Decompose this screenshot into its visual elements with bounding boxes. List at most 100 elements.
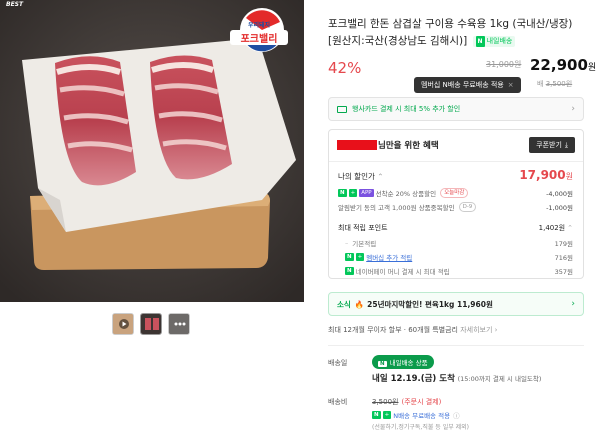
- pork-belly-photo: [0, 0, 304, 302]
- point-row-naverpay: N 네이버페이 머니 결제 시 최대 적립 357원: [345, 266, 573, 276]
- point-row-value: 357원: [554, 268, 573, 276]
- tomorrow-delivery-label: 내일배송: [486, 37, 513, 45]
- arrival-cutoff: (15:00까지 결제 시 내일도착): [457, 375, 542, 383]
- arrival-date-text: 내일 12.19.(금) 도착: [372, 374, 455, 384]
- chevron-right-icon: ›: [571, 104, 575, 114]
- play-icon: [113, 314, 133, 334]
- installment-text: 최대 12개월 무이자 할부 · 60개월 특별금리: [328, 326, 458, 334]
- download-icon: ⤓: [564, 141, 568, 149]
- product-title-text: 포크밸리 한돈 삼겹살 구이용 수육용 1kg (국내산/냉장) [원산지:국산…: [328, 18, 573, 47]
- shipping-fee-condition: (주문시 결제): [401, 398, 442, 406]
- discount-row-value: -1,000원: [546, 204, 573, 212]
- dday-pill: D-9: [458, 202, 477, 212]
- info-icon[interactable]: ⓘ: [453, 410, 460, 420]
- product-main-image[interactable]: BEST 우리돼지 포크밸리: [0, 0, 304, 302]
- delivery-fee-label: 배: [537, 80, 544, 88]
- tomorrow-delivery-chip: N 내일배송 상품: [372, 355, 434, 369]
- naver-n-icon: N: [345, 253, 354, 261]
- chevron-right-icon: ›: [571, 299, 575, 309]
- get-coupon-label: 쿠폰받기: [536, 141, 562, 149]
- membership-tooltip: 멤버십 N배송 무료배송 적용 ×: [414, 77, 521, 93]
- benefit-heading-text: 님만을 위한 혜택: [378, 141, 439, 151]
- chevron-up-icon[interactable]: ⌃: [377, 172, 383, 181]
- my-discount-price-value: 17,900: [519, 168, 566, 182]
- redacted-username: [337, 140, 377, 150]
- original-price: 31,000원: [486, 60, 522, 69]
- discount-row-alarm: 알림받기 동의 고객 1,000원 상품중복할인 D-9 -1,000원: [338, 202, 573, 212]
- news-banner[interactable]: 소식 🔥 25년마지막할인! 편육1kg 11,960원 ›: [328, 292, 584, 316]
- naver-n-icon: N: [345, 267, 354, 275]
- shipping-fee-amount: 3,500원: [372, 398, 399, 406]
- sale-price-unit: 원: [587, 63, 597, 73]
- tooltip-text: 멤버십 N배송 무료배송 적용: [421, 81, 504, 89]
- my-discount-price-unit: 원: [565, 172, 573, 181]
- plus-icon: +: [382, 411, 392, 419]
- chevron-up-icon[interactable]: ⌃: [567, 224, 573, 232]
- delivery-fee-value: 3,500원: [545, 80, 573, 88]
- point-row-value: 716원: [554, 254, 573, 262]
- brand-logo-big: 포크밸리: [230, 30, 288, 45]
- delivery-fee-strike: 배 3,500원: [537, 79, 572, 89]
- shipping-fee-value: 3,500원 (주문시 결제): [372, 397, 441, 407]
- card-promo-banner[interactable]: 행사카드 결제 시 최대 5% 추가 할인 ›: [328, 97, 584, 121]
- dash-icon: –: [345, 239, 349, 247]
- max-points-amount: 1,402원: [538, 224, 566, 232]
- news-label: 소식: [337, 299, 351, 309]
- close-icon[interactable]: ×: [508, 81, 514, 89]
- my-discount-label-text: 나의 할인가: [338, 172, 375, 181]
- thumbnail-strip: [112, 313, 190, 335]
- discount-row-value: -4,000원: [546, 190, 573, 198]
- thumbnail-more[interactable]: [168, 313, 190, 335]
- deadline-pill: 오늘마감: [440, 188, 469, 198]
- discount-row-text: 알림받기 동의 고객 1,000원 상품중복할인: [338, 204, 455, 212]
- arrival-date: 내일 12.19.(금) 도착 (15:00까지 결제 시 내일도착): [372, 372, 541, 384]
- product-gallery: BEST 우리돼지 포크밸리: [0, 0, 304, 441]
- naver-n-icon: N: [372, 411, 381, 419]
- shipping-date-label: 배송일: [328, 359, 348, 367]
- product-title: 포크밸리 한돈 삼겹살 구이용 수육용 1kg (국내산/냉장) [원산지:국산…: [328, 16, 583, 50]
- shipping-fee-label: 배송비: [328, 398, 348, 406]
- fire-icon: 🔥: [354, 299, 365, 309]
- brand-logo-small: 우리돼지: [247, 22, 271, 29]
- installment-detail-link[interactable]: 자세히보기 ›: [460, 326, 497, 334]
- app-badge: APP: [359, 189, 374, 197]
- membership-free-shipping-text: N배송 무료배송 적용: [393, 412, 451, 420]
- plus-icon: +: [348, 189, 358, 197]
- news-text: 25년마지막할인! 편육1kg 11,960원: [367, 299, 493, 309]
- divider: [329, 161, 583, 162]
- plus-icon: +: [355, 253, 365, 261]
- card-promo-text: 행사카드 결제 시 최대 5% 추가 할인: [352, 105, 461, 113]
- meat-thumb-icon: [141, 314, 161, 334]
- thumbnail-main[interactable]: [140, 313, 162, 335]
- shipping-fee-note: (선물하기,정기구독,직불 등 일부 제외): [372, 424, 470, 431]
- max-points-label: 최대 적립 포인트: [338, 224, 388, 232]
- point-row-text: 네이버페이 머니 결제 시 최대 적립: [355, 268, 450, 276]
- max-points-value: 1,402원 ⌃: [539, 223, 573, 233]
- divider: [328, 345, 584, 346]
- get-coupon-button[interactable]: 쿠폰받기 ⤓: [529, 137, 575, 153]
- my-discount-price: 17,900원: [519, 168, 573, 182]
- point-row-membership: N + 멤버십 추가 적립 716원: [345, 252, 573, 262]
- membership-points-link[interactable]: 멤버십 추가 적립: [366, 252, 412, 262]
- benefit-heading: 님만을 위한 혜택: [337, 139, 439, 151]
- tomorrow-delivery-tag: N 내일배송: [472, 36, 516, 47]
- best-badge: BEST: [6, 1, 24, 8]
- discount-row-app: N + APP 선착순 20% 상품할인 오늘마감 -4,000원: [338, 188, 573, 198]
- thumbnail-video[interactable]: [112, 313, 134, 335]
- installment-info: 최대 12개월 무이자 할부 · 60개월 특별금리 자세히보기 ›: [328, 325, 497, 335]
- member-benefit-box: 님만을 위한 혜택 쿠폰받기 ⤓ 나의 할인가 ⌃ 17,900원 N + APP…: [328, 129, 584, 279]
- point-row-basic: – 기본적립 179원: [345, 238, 573, 248]
- credit-card-icon: [337, 105, 347, 113]
- discount-row-text: 선착순 20% 상품할인: [375, 190, 437, 198]
- sale-price: 22,900원: [530, 56, 596, 74]
- brand-logo: 우리돼지 포크밸리: [230, 20, 288, 45]
- point-row-value: 179원: [554, 240, 573, 248]
- my-discount-label: 나의 할인가 ⌃: [338, 171, 384, 182]
- tomorrow-delivery-chip-label: 내일배송 상품: [389, 359, 428, 367]
- more-icon: [169, 314, 189, 334]
- membership-free-shipping: N + N배송 무료배송 적용 ⓘ: [372, 410, 460, 420]
- naver-n-icon: N: [338, 189, 347, 197]
- naver-n-icon: N: [475, 36, 485, 47]
- sale-price-value: 22,900: [530, 56, 588, 74]
- point-row-text: 기본적립: [352, 240, 377, 248]
